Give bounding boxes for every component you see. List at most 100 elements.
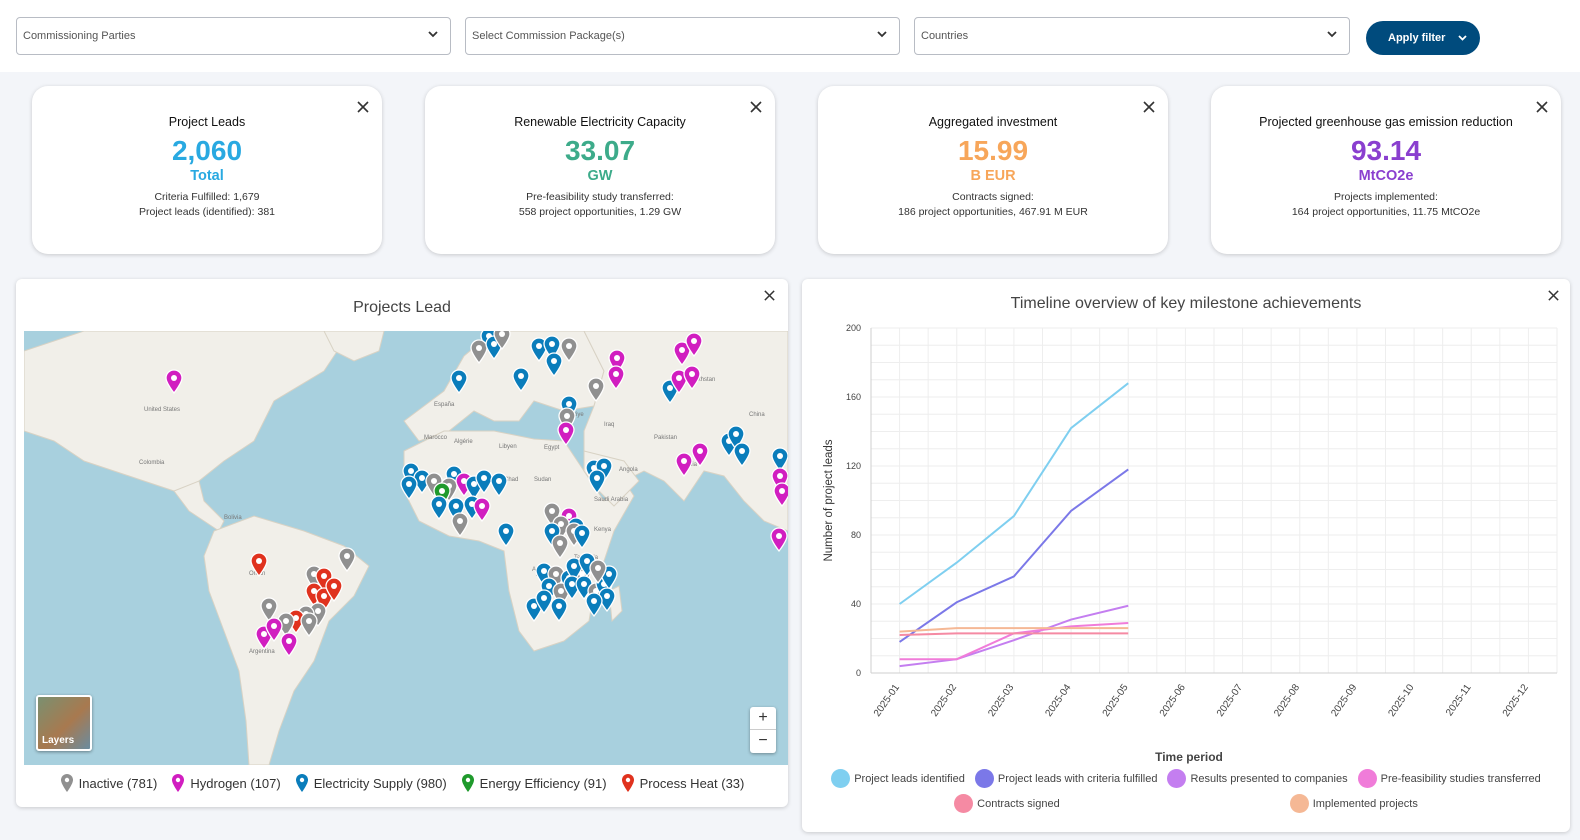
commission-package-value: Select Commission Package(s) xyxy=(472,30,625,42)
svg-text:Kenya: Kenya xyxy=(594,527,612,533)
legend-swatch xyxy=(954,794,974,813)
kpi-unit: GW xyxy=(587,168,613,184)
x-tick-label: 2025-09 xyxy=(1329,682,1359,719)
kpi-detail-line: Criteria Fulfilled: 1,679 xyxy=(154,191,260,203)
kpi-unit: B EUR xyxy=(970,168,1016,184)
map-pin-icon xyxy=(461,774,474,792)
map-pin-icon xyxy=(60,774,73,792)
x-tick-label: 2025-03 xyxy=(986,682,1016,719)
kpi-title: Projected greenhouse gas emission reduct… xyxy=(1259,115,1513,129)
svg-text:Marocco: Marocco xyxy=(424,435,448,441)
x-tick-label: 2025-01 xyxy=(872,682,902,719)
kpi-detail-line: Project leads (identified): 381 xyxy=(139,206,275,218)
chart-legend-item[interactable]: Project leads identified xyxy=(831,769,965,788)
layers-label: Layers xyxy=(42,735,75,746)
kpi-value: 33.07 xyxy=(564,135,636,166)
kpi-value: 93.14 xyxy=(1350,135,1422,166)
svg-text:Angola: Angola xyxy=(619,467,638,473)
chevron-down-icon xyxy=(1327,31,1337,38)
x-tick-label: 2025-02 xyxy=(929,682,959,719)
kpi-unit: MtCO2e xyxy=(1358,168,1414,184)
zoom-out-button[interactable]: − xyxy=(750,730,776,753)
x-tick-label: 2025-04 xyxy=(1043,682,1073,719)
commissioning-parties-value: Commissioning Parties xyxy=(23,30,136,42)
x-tick-label: 2025-07 xyxy=(1215,682,1245,719)
x-tick-label: 2025-06 xyxy=(1158,682,1188,719)
kpi-detail-line: Pre-feasibility study transferred: xyxy=(526,191,674,203)
x-axis-title: Time period xyxy=(1155,750,1223,764)
close-icon[interactable] xyxy=(1142,100,1156,114)
chevron-down-icon xyxy=(877,31,887,38)
chart-legend-item[interactable]: Results presented to companies xyxy=(1167,769,1348,788)
zoom-control: + − xyxy=(750,707,776,753)
legend-label: Hydrogen (107) xyxy=(190,775,281,791)
kpi-detail-line: Contracts signed: xyxy=(952,191,1034,203)
y-tick-label: 200 xyxy=(846,323,861,333)
kpi-detail-line: 186 project opportunities, 467.91 M EUR xyxy=(898,206,1088,218)
zoom-in-button[interactable]: + xyxy=(750,707,776,730)
x-tick-label: 2025-08 xyxy=(1272,682,1302,719)
legend-label: Project leads with criteria fulfilled xyxy=(997,772,1158,785)
legend-swatch xyxy=(1357,769,1377,788)
commissioning-parties-select[interactable]: Commissioning Parties xyxy=(16,17,451,55)
y-tick-label: 120 xyxy=(846,461,861,471)
svg-text:Algérie: Algérie xyxy=(454,439,473,445)
chart-legend-item[interactable]: Project leads with criteria fulfilled xyxy=(974,769,1158,788)
legend-item-inactive[interactable]: Inactive (781) xyxy=(60,773,158,793)
x-tick-label: 2025-10 xyxy=(1386,682,1416,719)
legend-label: Process Heat (33) xyxy=(639,775,745,791)
svg-text:Sudan: Sudan xyxy=(534,477,551,483)
legend-item-process-heat[interactable]: Process Heat (33) xyxy=(621,773,745,793)
legend-swatch xyxy=(1167,769,1187,788)
line-chart: 0 40 80 120 160 200 2025-01 2025-02 2025-03 2025-… xyxy=(823,323,1558,764)
svg-text:China: China xyxy=(749,412,765,418)
map-pin-icon xyxy=(172,774,185,792)
chart-legend-item[interactable]: Contracts signed xyxy=(954,794,1060,813)
svg-text:Egypt: Egypt xyxy=(544,445,560,451)
x-tick-label: 2025-11 xyxy=(1444,682,1474,718)
legend-label: Inactive (781) xyxy=(78,775,158,791)
legend-label: Pre-feasibility studies transferred xyxy=(1380,772,1541,785)
legend-label: Implemented projects xyxy=(1312,797,1418,810)
legend-item-energy-efficiency[interactable]: Energy Efficiency (91) xyxy=(461,773,607,793)
legend-label: Contracts signed xyxy=(977,797,1060,810)
svg-text:Bolivia: Bolivia xyxy=(224,515,242,521)
close-icon[interactable] xyxy=(1535,100,1549,114)
map-canvas[interactable]: United States Colombia Bolivia Oman Arge… xyxy=(24,331,788,765)
close-icon[interactable] xyxy=(749,100,763,114)
legend-label: Results presented to companies xyxy=(1190,772,1348,785)
x-tick-label: 2025-12 xyxy=(1501,682,1531,719)
legend-item-hydrogen[interactable]: Hydrogen (107) xyxy=(171,773,281,793)
svg-text:Iraq: Iraq xyxy=(604,422,614,428)
svg-text:Pakistan: Pakistan xyxy=(654,435,677,441)
chevron-down-icon[interactable] xyxy=(1457,32,1468,43)
close-icon[interactable] xyxy=(356,100,370,114)
apply-filter-button[interactable]: Apply filter xyxy=(1366,21,1480,55)
world-map[interactable]: United States Colombia Bolivia Oman Arge… xyxy=(24,331,788,765)
map-pin-icon xyxy=(621,774,634,792)
chart-legend-item[interactable]: Implemented projects xyxy=(1289,794,1418,813)
kpi-detail-line: 558 project opportunities, 1.29 GW xyxy=(518,206,682,218)
legend-label: Electricity Supply (980) xyxy=(313,775,447,791)
svg-text:Saudi Arabia: Saudi Arabia xyxy=(594,497,629,503)
apply-filter-label: Apply filter xyxy=(1388,32,1446,44)
kpi-card-project-leads: Project Leads 2,060 Total Criteria Fulfi… xyxy=(32,86,382,254)
svg-text:Colombia: Colombia xyxy=(139,460,165,466)
kpi-unit: Total xyxy=(190,168,224,184)
svg-text:Argentina: Argentina xyxy=(249,649,275,655)
countries-value: Countries xyxy=(921,30,969,42)
y-tick-label: 80 xyxy=(851,530,861,540)
map-pin-icon[interactable] xyxy=(770,527,788,553)
countries-select[interactable]: Countries xyxy=(914,17,1350,55)
legend-item-electricity-supply[interactable]: Electricity Supply (980) xyxy=(295,773,447,793)
kpi-card-ghg-reduction: Projected greenhouse gas emission reduct… xyxy=(1211,86,1561,254)
chart-legend-item[interactable]: Pre-feasibility studies transferred xyxy=(1357,769,1541,788)
commission-package-select[interactable]: Select Commission Package(s) xyxy=(465,17,900,55)
layers-button[interactable]: Layers xyxy=(36,695,92,751)
legend-swatch xyxy=(1289,794,1309,813)
map-title: Projects Lead xyxy=(353,299,451,316)
kpi-title: Project Leads xyxy=(168,115,246,129)
kpi-detail-line: Projects implemented: xyxy=(1334,191,1438,203)
legend-swatch xyxy=(974,769,994,788)
kpi-value: 15.99 xyxy=(957,135,1029,166)
